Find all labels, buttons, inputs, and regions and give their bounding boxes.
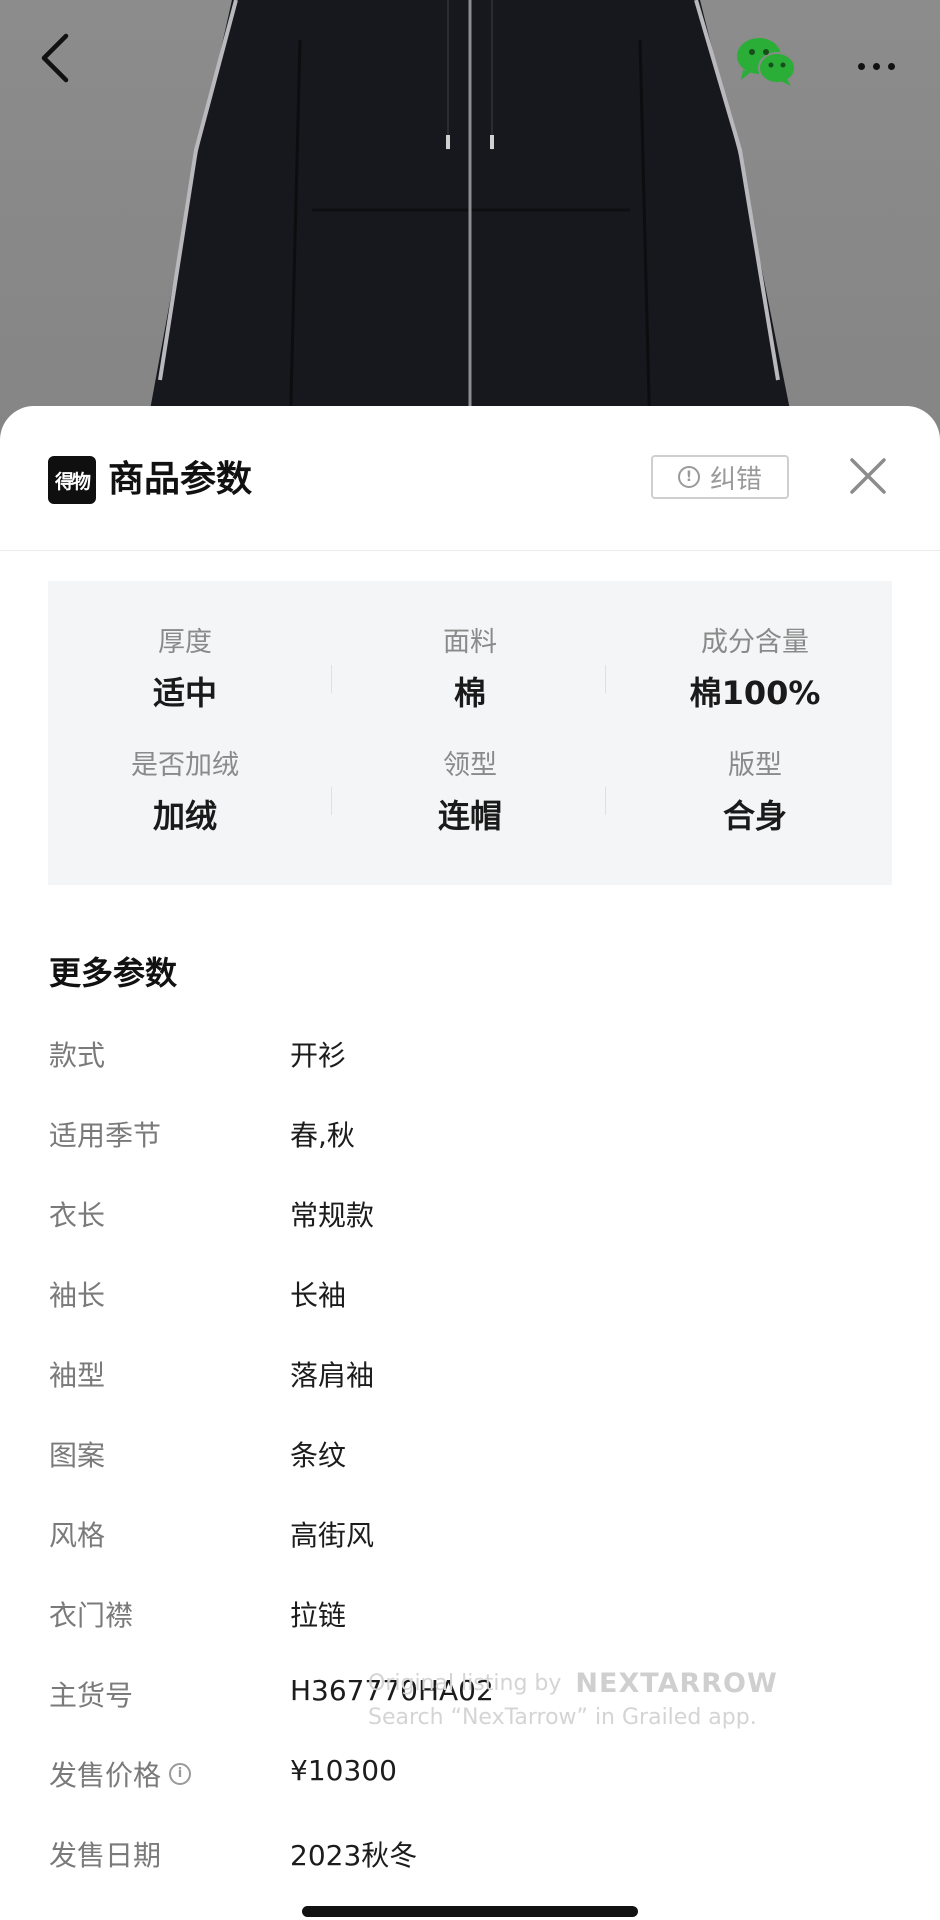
param-row: 袖长 长袖 [0,1260,940,1340]
more-dot [872,62,880,70]
param-value: 2023秋冬 [290,1839,418,1872]
key-param-value: 适中 [152,674,217,712]
more-options-button[interactable] [840,40,912,92]
key-param: 版型 合身 [618,748,892,836]
param-value: 拉链 [290,1599,347,1632]
param-row: 衣门襟 拉链 [0,1580,940,1660]
divider [605,787,606,815]
wechat-icon [737,38,796,86]
param-key: 发售日期 [49,1839,162,1872]
key-param-value: 棉100% [689,674,821,712]
sheet-title: 商品参数 [108,459,253,500]
key-param: 成分含量 棉100% [618,625,892,713]
chevron-left-icon [41,33,69,83]
key-param: 面料 棉 [333,625,607,713]
key-param-value: 棉 [453,674,486,712]
param-value: H367770HA02 [290,1674,494,1707]
key-param-label: 是否加绒 [131,750,239,781]
param-row: 袖型 落肩袖 [0,1340,940,1420]
param-value: 高街风 [290,1519,375,1552]
key-param: 是否加绒 加绒 [48,748,322,836]
key-param-label: 成分含量 [701,627,809,658]
param-key: 袖型 [49,1359,106,1392]
product-params-sheet: 得物 商品参数 ! 纠错 厚度 适中 面料 棉 成分含量 棉100% 是否加绒 … [0,406,940,1920]
product-image [0,0,940,440]
close-icon[interactable] [846,454,890,498]
key-param-label: 面料 [443,627,497,658]
param-value: ¥10300 [290,1754,397,1787]
back-button[interactable] [36,30,100,102]
exclamation-circle-icon: ! [677,466,700,488]
key-param-label: 厚度 [158,627,212,658]
param-row: 适用季节 春,秋 [0,1100,940,1180]
home-indicator[interactable] [302,1906,638,1917]
param-key: 衣门襟 [49,1599,134,1632]
key-param: 厚度 适中 [48,625,322,713]
param-key: 袖长 [49,1279,106,1312]
key-param: 领型 连帽 [333,748,607,836]
param-key: 适用季节 [49,1119,162,1152]
param-key: 主货号 [49,1679,134,1712]
key-param-value: 连帽 [437,797,502,835]
divider [331,665,332,693]
param-row: 图案 条纹 [0,1420,940,1500]
divider [331,787,332,815]
more-dot [887,62,895,70]
param-value: 春,秋 [290,1119,355,1152]
sheet-header: 得物 商品参数 ! 纠错 [0,406,940,551]
param-row: 主货号 H367770HA02 [0,1660,940,1740]
param-key: 图案 [49,1439,106,1472]
param-row: 发售价格 i ¥10300 [0,1740,940,1820]
param-key: 款式 [49,1039,106,1072]
param-value: 开衫 [290,1039,347,1072]
key-param-label: 版型 [728,750,782,781]
key-param-value: 加绒 [152,797,217,835]
param-value: 条纹 [290,1439,347,1472]
param-row: 款式 开衫 [0,1020,940,1100]
report-error-label: 纠错 [709,464,762,495]
param-key: 发售价格 i [49,1754,192,1794]
divider [605,665,606,693]
key-params-grid: 厚度 适中 面料 棉 成分含量 棉100% 是否加绒 加绒 领型 连帽 版型 合… [48,581,892,885]
app-logo: 得物 [48,456,96,504]
param-row: 发售日期 2023秋冬 [0,1820,940,1900]
info-icon[interactable]: i [169,1763,192,1785]
param-list: 款式 开衫 适用季节 春,秋 衣长 常规款 袖长 长袖 袖型 落肩袖 图案 条纹… [0,1020,940,1900]
param-row: 风格 高街风 [0,1500,940,1580]
param-value: 常规款 [290,1199,375,1232]
param-key: 风格 [49,1519,106,1552]
param-key: 衣长 [49,1199,106,1232]
param-value: 长袖 [290,1279,347,1312]
more-dots-icon [857,62,865,70]
more-params-title: 更多参数 [49,954,178,992]
param-row: 衣长 常规款 [0,1180,940,1260]
key-param-value: 合身 [722,797,787,835]
report-error-button[interactable]: ! 纠错 [651,455,789,499]
wechat-share-button[interactable] [735,36,805,98]
param-value: 落肩袖 [290,1359,375,1392]
key-param-label: 领型 [443,750,497,781]
